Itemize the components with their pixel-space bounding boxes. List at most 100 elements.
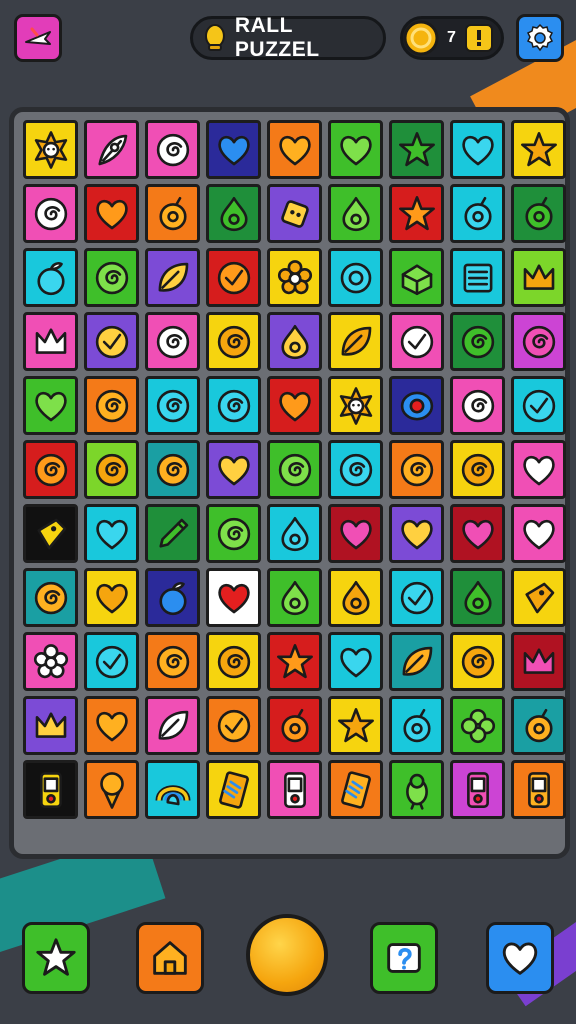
board-tile[interactable] [328,120,383,179]
board-tile[interactable] [328,760,383,819]
board-tile[interactable] [84,760,139,819]
board-tile[interactable] [145,184,200,243]
board-tile[interactable] [450,376,505,435]
board-tile[interactable] [23,760,78,819]
board-tile[interactable] [267,248,322,307]
board-tile[interactable] [328,376,383,435]
board-tile[interactable] [23,184,78,243]
board-tile[interactable] [450,504,505,563]
board-tile[interactable] [328,440,383,499]
board-tile[interactable] [389,248,444,307]
board-tile[interactable] [267,568,322,627]
board-tile[interactable] [450,120,505,179]
board-tile[interactable] [511,568,566,627]
board-tile[interactable] [145,568,200,627]
board-tile[interactable] [206,312,261,371]
menu-button[interactable] [14,14,62,62]
board-tile[interactable] [84,376,139,435]
board-tile[interactable] [23,696,78,755]
board-tile[interactable] [450,312,505,371]
board-tile[interactable] [84,632,139,691]
board-tile[interactable] [267,504,322,563]
board-tile[interactable] [206,248,261,307]
board-tile[interactable] [267,312,322,371]
board-tile[interactable] [23,632,78,691]
board-tile[interactable] [267,184,322,243]
board-tile[interactable] [84,440,139,499]
board-tile[interactable] [511,760,566,819]
board-tile[interactable] [206,440,261,499]
board-tile[interactable] [511,120,566,179]
shop-button[interactable] [136,922,204,994]
board-tile[interactable] [145,760,200,819]
board-tile[interactable] [328,568,383,627]
board-tile[interactable] [267,440,322,499]
board-tile[interactable] [84,504,139,563]
board-tile[interactable] [84,696,139,755]
board-tile[interactable] [450,632,505,691]
board-tile[interactable] [389,760,444,819]
board-tile[interactable] [389,376,444,435]
board-tile[interactable] [23,312,78,371]
board-tile[interactable] [145,504,200,563]
board-tile[interactable] [511,376,566,435]
board-tile[interactable] [84,248,139,307]
board-tile[interactable] [23,440,78,499]
board-tile[interactable] [145,376,200,435]
board-tile[interactable] [389,696,444,755]
board-tile[interactable] [511,248,566,307]
board-tile[interactable] [328,504,383,563]
add-coins-button[interactable] [465,24,493,52]
board-tile[interactable] [145,632,200,691]
board-tile[interactable] [389,568,444,627]
board-tile[interactable] [267,760,322,819]
board-tile[interactable] [23,248,78,307]
board-tile[interactable] [206,568,261,627]
board-tile[interactable] [145,696,200,755]
board-tile[interactable] [511,440,566,499]
board-tile[interactable] [206,632,261,691]
board-tile[interactable] [389,632,444,691]
board-tile[interactable] [328,248,383,307]
board-tile[interactable] [328,184,383,243]
board-tile[interactable] [84,568,139,627]
board-tile[interactable] [511,696,566,755]
board-tile[interactable] [450,248,505,307]
board-tile[interactable] [23,376,78,435]
board-tile[interactable] [267,376,322,435]
board-tile[interactable] [267,120,322,179]
board-tile[interactable] [389,120,444,179]
board-tile[interactable] [206,696,261,755]
board-tile[interactable] [145,248,200,307]
board-tile[interactable] [206,184,261,243]
board-tile[interactable] [84,120,139,179]
board-tile[interactable] [511,312,566,371]
board-tile[interactable] [511,632,566,691]
board-tile[interactable] [84,312,139,371]
board-tile[interactable] [145,312,200,371]
board-tile[interactable] [389,504,444,563]
board-tile[interactable] [23,120,78,179]
board-tile[interactable] [23,504,78,563]
play-coin-button[interactable] [246,914,328,996]
board-tile[interactable] [450,696,505,755]
board-tile[interactable] [328,632,383,691]
board-tile[interactable] [511,184,566,243]
board-tile[interactable] [389,312,444,371]
settings-button[interactable] [516,14,564,62]
board-tile[interactable] [206,760,261,819]
board-tile[interactable] [389,184,444,243]
board-tile[interactable] [450,760,505,819]
board-tile[interactable] [145,440,200,499]
board-tile[interactable] [328,312,383,371]
board-tile[interactable] [450,184,505,243]
board-tile[interactable] [206,120,261,179]
board-tile[interactable] [267,696,322,755]
board-tile[interactable] [328,696,383,755]
star-button[interactable] [22,922,90,994]
board-tile[interactable] [23,568,78,627]
board-tile[interactable] [206,504,261,563]
board-tile[interactable] [450,568,505,627]
board-tile[interactable] [267,632,322,691]
board-tile[interactable] [511,504,566,563]
